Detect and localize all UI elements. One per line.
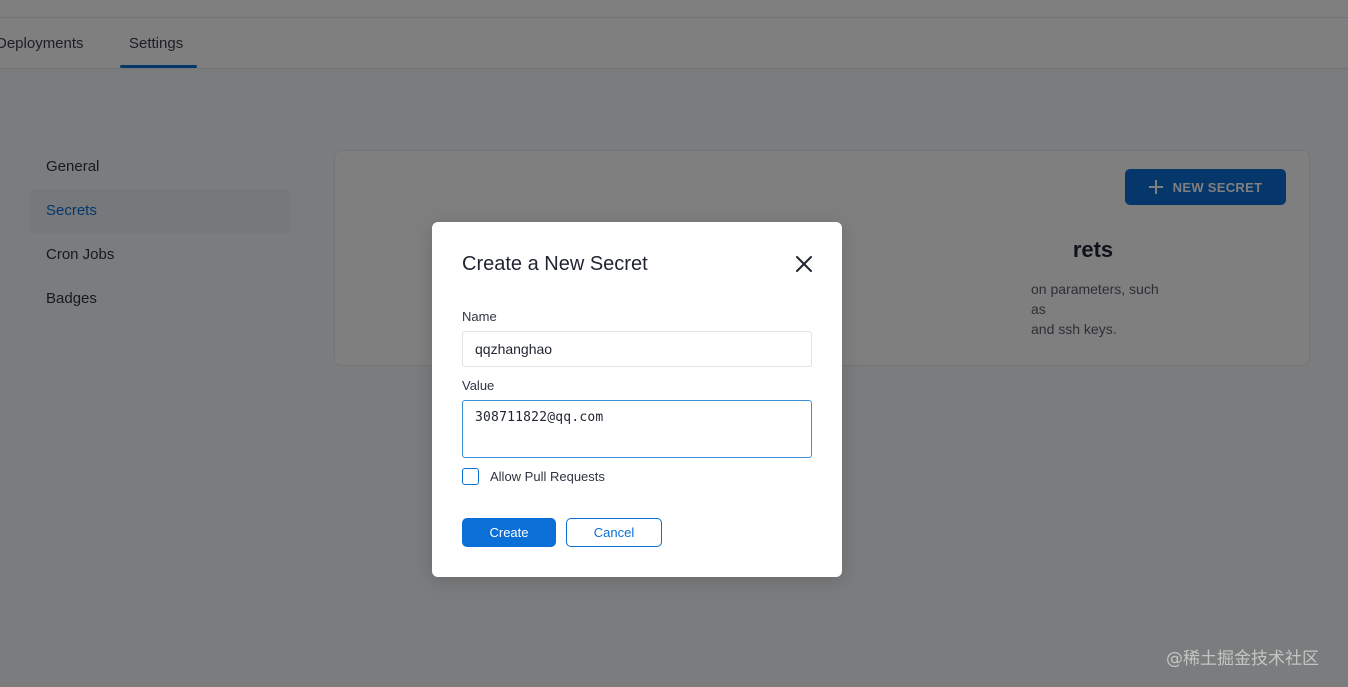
name-label: Name	[462, 309, 497, 324]
value-label: Value	[462, 378, 495, 393]
create-secret-dialog: Create a New Secret Name Value 308711822…	[432, 222, 842, 577]
close-icon[interactable]	[795, 255, 813, 273]
dialog-title: Create a New Secret	[462, 253, 648, 275]
watermark: @稀土掘金技术社区	[1166, 649, 1319, 669]
cancel-button[interactable]: Cancel	[566, 518, 662, 547]
allow-pull-requests-checkbox[interactable]	[462, 468, 479, 485]
allow-pull-requests-label: Allow Pull Requests	[490, 469, 605, 484]
value-textarea[interactable]: 308711822@qq.com	[462, 400, 812, 458]
create-button[interactable]: Create	[462, 518, 556, 547]
name-input[interactable]	[462, 331, 812, 367]
